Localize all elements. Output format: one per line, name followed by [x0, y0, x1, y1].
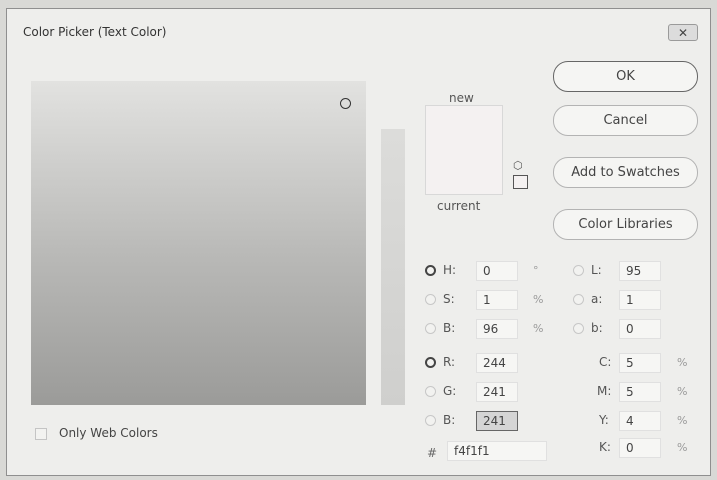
saturation-unit: % [533, 293, 544, 306]
green-radio[interactable] [425, 385, 436, 397]
color-field[interactable] [31, 81, 366, 405]
color-libraries-button[interactable]: Color Libraries [553, 209, 698, 240]
cyan-unit: % [677, 356, 688, 369]
black-label: K: [599, 440, 611, 454]
hue-radio[interactable] [425, 264, 436, 276]
close-x-icon: ✕ [677, 25, 689, 40]
gamut-warning-icon[interactable]: ⬡ [513, 159, 523, 172]
l-row: L: [573, 259, 602, 281]
saturation-input[interactable]: 1 [476, 290, 518, 310]
blue-label: B: [443, 413, 456, 427]
yellow-unit: % [677, 414, 688, 427]
magenta-label: M: [597, 384, 612, 398]
blue-radio[interactable] [425, 414, 436, 426]
l-radio[interactable] [573, 264, 584, 276]
yellow-label: Y: [599, 413, 609, 427]
cyan-input[interactable]: 5 [619, 353, 661, 373]
a-radio[interactable] [573, 293, 584, 305]
blue-row: B: [425, 409, 455, 431]
l-input[interactable]: 95 [619, 261, 661, 281]
dialog-title: Color Picker (Text Color) [23, 25, 167, 39]
web-safe-swatch[interactable] [513, 175, 528, 189]
hue-row: H: [425, 259, 456, 281]
b-lab-row: b: [573, 317, 603, 339]
brightness-radio[interactable] [425, 322, 436, 334]
red-label: R: [443, 355, 456, 369]
current-color-label: current [437, 199, 481, 213]
l-label: L: [591, 263, 602, 277]
yellow-input[interactable]: 4 [619, 411, 661, 431]
hue-input[interactable]: 0 [476, 261, 518, 281]
brightness-row: B: [425, 317, 455, 339]
red-input[interactable]: 244 [476, 353, 518, 373]
cyan-label: C: [599, 355, 612, 369]
close-button[interactable]: ✕ [668, 24, 698, 41]
saturation-label: S: [443, 292, 455, 306]
cancel-button[interactable]: Cancel [553, 105, 698, 136]
red-radio[interactable] [425, 356, 436, 368]
only-web-colors-label: Only Web Colors [59, 426, 158, 440]
hex-input[interactable]: f4f1f1 [447, 441, 547, 461]
add-to-swatches-button[interactable]: Add to Swatches [553, 157, 698, 188]
color-picker-dialog: Color Picker (Text Color) ✕ new current … [6, 8, 711, 476]
ok-button[interactable]: OK [553, 61, 698, 92]
black-unit: % [677, 441, 688, 454]
only-web-colors-checkbox[interactable] [35, 428, 47, 440]
green-input[interactable]: 241 [476, 382, 518, 402]
a-input[interactable]: 1 [619, 290, 661, 310]
a-row: a: [573, 288, 602, 310]
magenta-unit: % [677, 385, 688, 398]
new-color-label: new [449, 91, 474, 105]
brightness-unit: % [533, 322, 544, 335]
hue-unit: ° [533, 264, 539, 277]
color-picker-cursor[interactable] [340, 98, 351, 109]
blue-input[interactable]: 241 [476, 411, 518, 431]
hex-symbol: # [427, 446, 438, 460]
brightness-input[interactable]: 96 [476, 319, 518, 339]
saturation-row: S: [425, 288, 455, 310]
brightness-label: B: [443, 321, 456, 335]
b-lab-label: b: [591, 321, 603, 335]
green-row: G: [425, 380, 456, 402]
hue-slider[interactable] [381, 129, 405, 405]
magenta-input[interactable]: 5 [619, 382, 661, 402]
color-preview [425, 105, 503, 195]
hue-label: H: [443, 263, 457, 277]
b-lab-radio[interactable] [573, 322, 584, 334]
title-bar: Color Picker (Text Color) ✕ [7, 9, 710, 49]
a-label: a: [591, 292, 603, 306]
black-input[interactable]: 0 [619, 438, 661, 458]
green-label: G: [443, 384, 457, 398]
red-row: R: [425, 351, 455, 373]
b-lab-input[interactable]: 0 [619, 319, 661, 339]
saturation-radio[interactable] [425, 293, 436, 305]
